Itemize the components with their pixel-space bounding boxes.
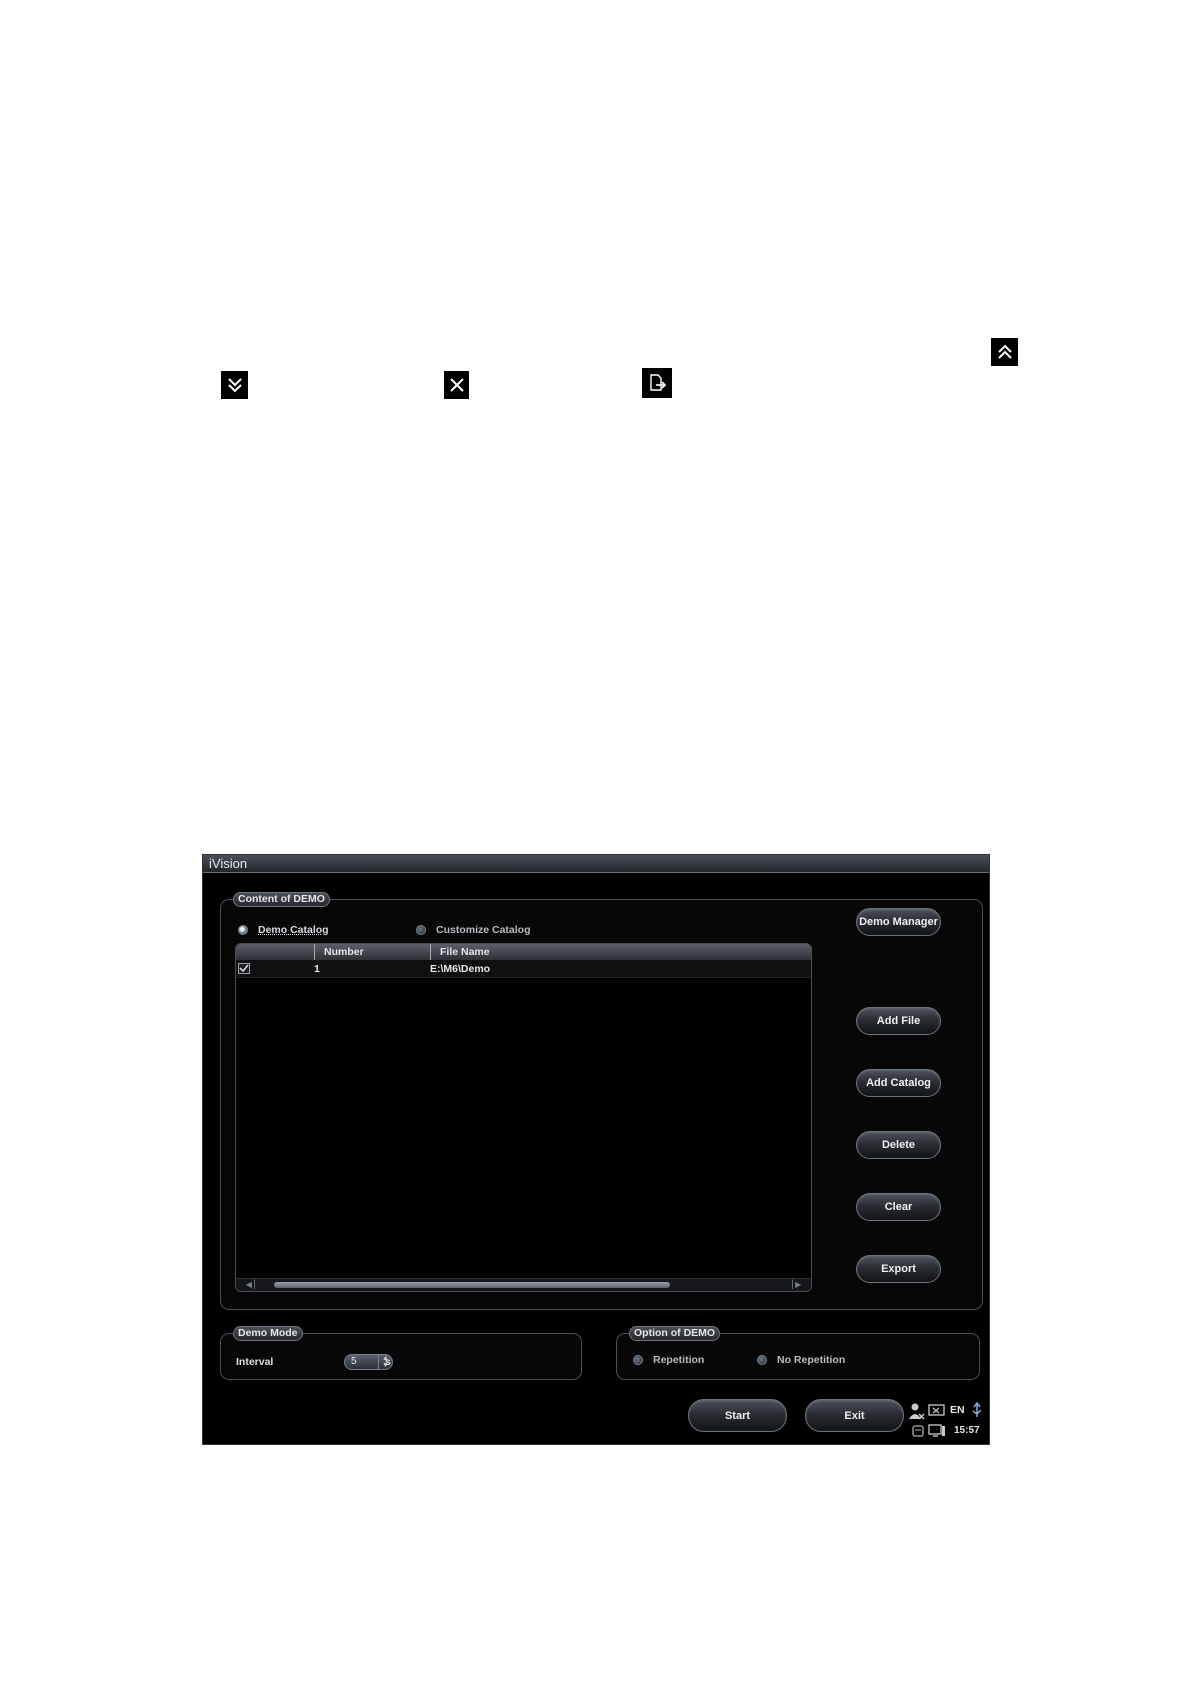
scroll-right-icon[interactable]: ▕ ▶ xyxy=(783,1280,805,1290)
option-of-demo-group: Option of DEMO Repetition No Repetition xyxy=(616,1326,980,1380)
user-icon[interactable] xyxy=(909,1402,925,1420)
table-row[interactable]: 1 E:\M6\Demo xyxy=(236,960,811,978)
column-header-file-name[interactable]: File Name xyxy=(430,944,811,960)
content-of-demo-group: Content of DEMO Demo Catalog Customize C… xyxy=(220,892,983,1310)
add-file-button[interactable]: Add File xyxy=(856,1007,941,1035)
column-header-select xyxy=(236,944,314,960)
radio-repetition[interactable]: Repetition xyxy=(633,1354,704,1366)
clear-button[interactable]: Clear xyxy=(856,1193,941,1221)
row-number: 1 xyxy=(314,962,320,975)
table-header: Number File Name xyxy=(236,944,811,960)
ivision-window: iVision Content of DEMO Demo Catalog Cus… xyxy=(202,854,990,1445)
monitor-icon[interactable] xyxy=(928,1424,946,1443)
option-of-demo-title: Option of DEMO xyxy=(629,1326,721,1341)
interval-value: 5 xyxy=(351,1356,357,1367)
radio-unselected-icon xyxy=(416,925,426,935)
radio-customize-catalog[interactable]: Customize Catalog xyxy=(416,924,531,936)
demo-mode-title: Demo Mode xyxy=(233,1326,303,1341)
interval-label: Interval xyxy=(236,1356,274,1368)
radio-no-repetition[interactable]: No Repetition xyxy=(757,1354,845,1366)
start-button[interactable]: Start xyxy=(688,1399,787,1432)
interval-unit: s xyxy=(385,1356,391,1368)
radio-repetition-label: Repetition xyxy=(653,1354,705,1366)
add-catalog-button[interactable]: Add Catalog xyxy=(856,1069,941,1097)
radio-no-repetition-icon xyxy=(757,1355,767,1365)
usb-icon[interactable] xyxy=(971,1401,983,1423)
export-button[interactable]: Export xyxy=(856,1255,941,1283)
language-indicator[interactable]: EN xyxy=(950,1404,965,1416)
double-chevron-down-icon xyxy=(221,371,248,399)
radio-no-repetition-label: No Repetition xyxy=(777,1354,846,1366)
export-file-icon xyxy=(642,368,672,398)
delete-button[interactable]: Delete xyxy=(856,1131,941,1159)
column-header-number[interactable]: Number xyxy=(314,944,430,960)
row-select-cell[interactable] xyxy=(236,963,314,974)
exit-button[interactable]: Exit xyxy=(805,1399,904,1432)
close-icon xyxy=(444,371,469,399)
horizontal-scrollbar[interactable]: ◀ ▏ ▕ ▶ xyxy=(236,1278,811,1291)
demo-manager-button[interactable]: Demo Manager xyxy=(856,908,941,936)
radio-selected-icon xyxy=(238,925,248,935)
radio-repetition-icon xyxy=(633,1355,643,1365)
demo-file-table: Number File Name 1 E:\M6\Demo ◀ ▏ ▕ ▶ xyxy=(235,943,812,1292)
storage-icon[interactable] xyxy=(911,1424,925,1443)
double-chevron-up-icon xyxy=(991,338,1018,366)
clock: 15:57 xyxy=(954,1425,980,1436)
radio-customize-catalog-label: Customize Catalog xyxy=(436,924,531,936)
content-of-demo-title: Content of DEMO xyxy=(233,892,330,907)
window-title: iVision xyxy=(203,855,989,873)
network-icon[interactable] xyxy=(928,1404,946,1423)
checkbox-checked-icon[interactable] xyxy=(238,963,250,974)
row-file-name: E:\M6\Demo xyxy=(430,962,491,975)
scroll-left-icon[interactable]: ◀ ▏ xyxy=(242,1280,264,1290)
radio-demo-catalog[interactable]: Demo Catalog xyxy=(238,924,329,936)
demo-mode-group: Demo Mode Interval 5 ▲ ▼ s xyxy=(220,1326,582,1380)
scrollbar-thumb[interactable] xyxy=(274,1282,670,1288)
radio-demo-catalog-label: Demo Catalog xyxy=(258,924,329,936)
